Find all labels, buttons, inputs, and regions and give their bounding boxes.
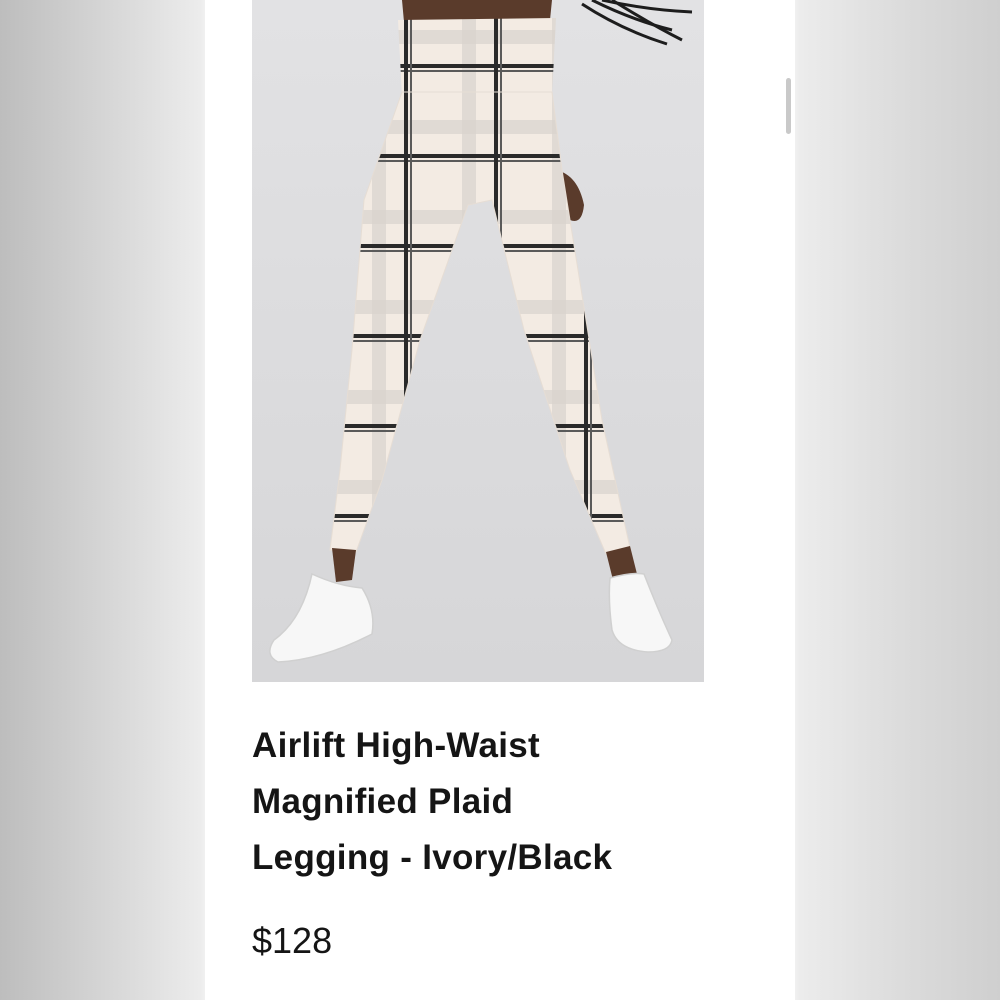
product-price: $128 — [252, 920, 333, 961]
product-title-line-2: Magnified Plaid — [252, 782, 514, 821]
legging-illustration — [252, 0, 704, 682]
scrollbar-thumb[interactable] — [786, 78, 791, 134]
product-title-line-1: Airlift High-Waist — [252, 726, 540, 765]
product-title-line-3: Legging - Ivory/Black — [252, 838, 613, 877]
product-image[interactable] — [252, 0, 704, 682]
product-title[interactable]: Airlift High-Waist Magnified Plaid Leggi… — [252, 718, 722, 886]
